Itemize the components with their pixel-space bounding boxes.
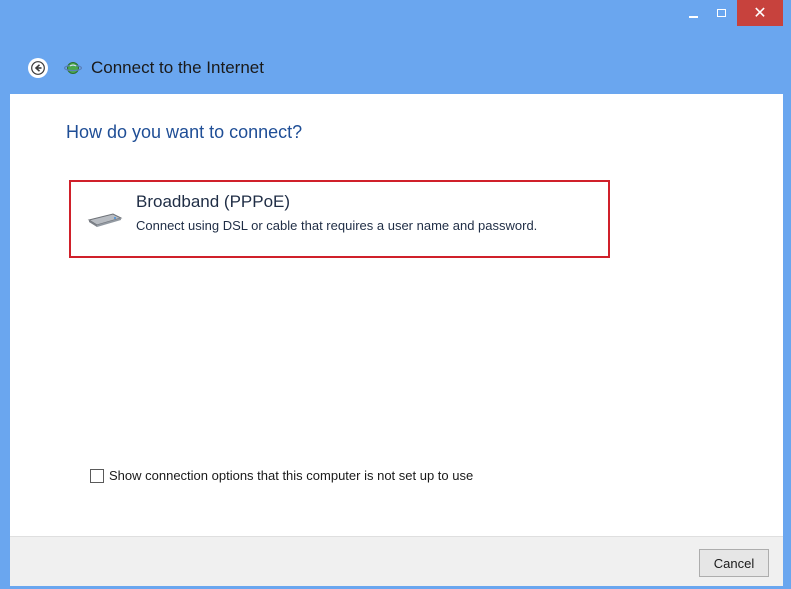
option-description: Connect using DSL or cable that requires… [136,218,538,233]
show-options-label[interactable]: Show connection options that this comput… [109,468,473,483]
dialog-footer: Cancel [10,536,783,586]
close-icon: ✕ [753,5,767,22]
minimize-icon [688,16,698,18]
content-area: How do you want to connect? Broadband (P… [10,94,783,536]
broadband-modem-icon [87,213,123,227]
maximize-icon [716,9,726,17]
show-options-row[interactable]: Show connection options that this comput… [90,468,473,483]
window-controls: ✕ [679,0,783,34]
option-title: Broadband (PPPoE) [136,192,291,211]
close-button[interactable]: ✕ [737,0,783,26]
network-globe-icon [64,62,82,74]
back-button[interactable] [28,58,48,78]
header-row: Connect to the Internet [0,52,791,86]
cancel-button[interactable]: Cancel [699,549,769,577]
broadband-pppoe-option[interactable]: Broadband (PPPoE) Connect using DSL or c… [69,180,610,258]
show-options-checkbox[interactable] [90,468,104,483]
title-bar[interactable]: ✕ [0,0,791,38]
dialog-window: ✕ Connect to the Internet How do you wan… [0,0,791,589]
window-title: Connect to the Internet [91,58,264,77]
page-heading: How do you want to connect? [66,122,303,142]
maximize-button[interactable] [707,0,735,26]
back-arrow-icon [31,61,45,75]
minimize-button[interactable] [679,0,707,26]
